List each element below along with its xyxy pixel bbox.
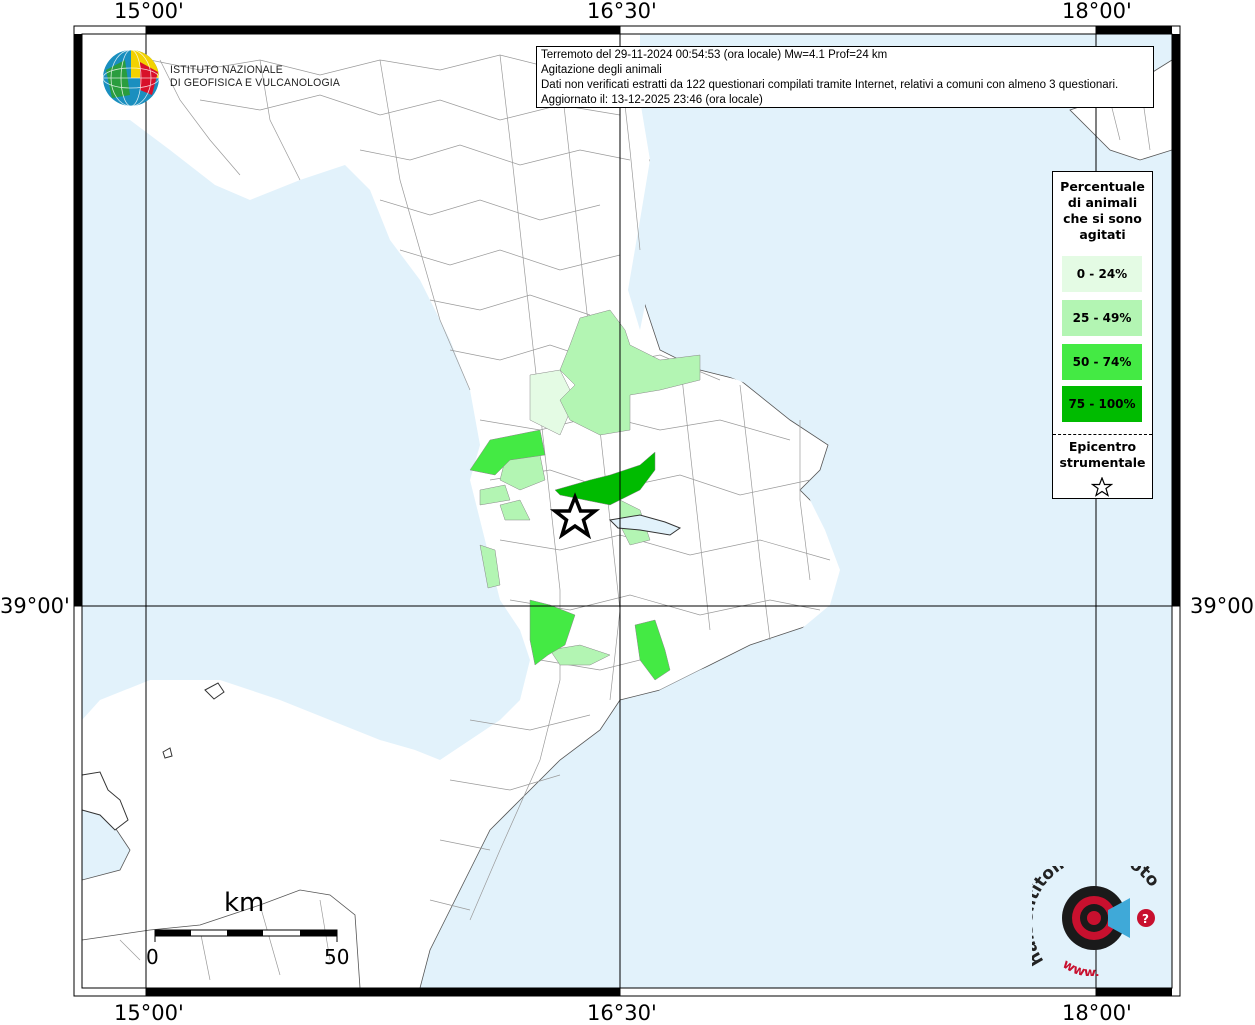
bottom-tick-2: 16°30' [587,1001,657,1025]
ingv-globe-icon [102,49,160,107]
right-tick: 39°00' [1190,594,1255,618]
legend-epicenter-line: strumentale [1059,455,1146,470]
star-icon [1091,477,1113,497]
brand-url-prefix: www. [1060,957,1100,976]
legend-epicenter-label: Epicentro strumentale [1053,439,1152,471]
haisentitoilterremoto-logo-icon: haisentitoilterremoto.it www. ? [1032,866,1162,976]
top-tick-2: 16°30' [587,0,657,23]
legend-title-line: agitati [1079,227,1126,242]
logo-line-2: DI GEOFISICA E VULCANOLOGIA [170,77,341,89]
scale-end: 50 [324,945,350,969]
left-tick: 39°00' [0,594,70,618]
legend-item-0-24: 0 - 24% [1062,256,1142,292]
legend-item-25-49: 25 - 49% [1062,300,1142,336]
update-time: Aggiornato il: 13-12-2025 23:46 (ora loc… [541,94,763,106]
legend-separator [1053,434,1152,435]
legend-title-line: che si sono [1063,211,1142,226]
scale-unit: km [224,888,265,918]
logo-line-1: ISTITUTO NAZIONALE [170,64,283,76]
svg-text:?: ? [1142,912,1149,926]
map-subject: Agitazione degli animali [541,64,662,76]
top-tick-3: 18°00' [1062,0,1132,23]
event-info-box: Terremoto del 29-11-2024 00:54:53 (ora l… [536,46,1154,108]
legend-epicenter-line: Epicentro [1068,439,1137,454]
legend-item-50-74: 50 - 74% [1062,344,1142,380]
bottom-tick-3: 18°00' [1062,1001,1132,1025]
scale-start: 0 [146,945,159,969]
data-note: Dati non verificati estratti da 122 ques… [541,79,1119,91]
legend-item-75-100: 75 - 100% [1062,386,1142,422]
legend-title-line: Percentuale [1060,179,1145,194]
svg-text:www.: www. [1060,957,1100,976]
legend-title-line: di animali [1067,195,1138,210]
legend-title: Percentuale di animali che si sono agita… [1053,179,1152,243]
legend: Percentuale di animali che si sono agita… [1052,171,1153,499]
event-title: Terremoto del 29-11-2024 00:54:53 (ora l… [541,49,888,61]
ingv-logo-text: ISTITUTO NAZIONALE DI GEOFISICA E VULCAN… [170,64,340,90]
top-tick-1: 15°00' [114,0,184,23]
bottom-tick-1: 15°00' [114,1001,184,1025]
